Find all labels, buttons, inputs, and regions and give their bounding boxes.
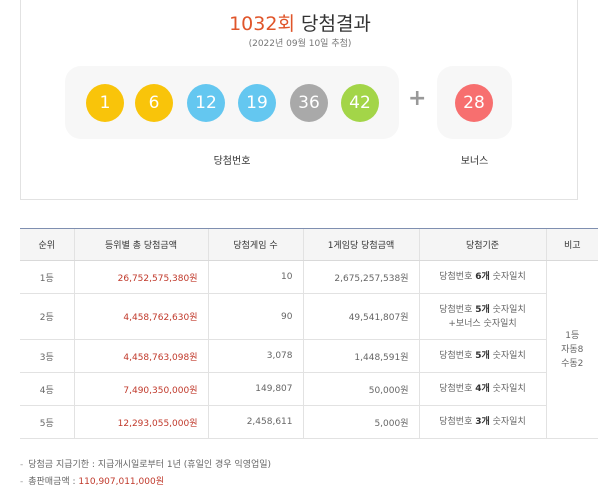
criteria-count: 5개 [475, 351, 490, 361]
table-row: 4등 7,490,350,000원 149,807 50,000원 당첨번호 4… [20, 372, 598, 406]
winner-count-cell: 90 [207, 293, 303, 340]
col-header-winner-count: 당첨게임 수 [207, 228, 303, 261]
note-line: 1등 [565, 330, 580, 341]
winning-numbers-panel: 1 6 12 19 36 42 [65, 66, 399, 139]
criteria-cell: 당첨번호 6개 숫자일치 [418, 260, 546, 294]
total-prize-cell: 4,458,762,630원 [73, 293, 208, 340]
criteria-text: 숫자일치 [489, 417, 526, 427]
criteria-text: 당첨번호 [439, 272, 476, 282]
winner-count-cell: 3,078 [207, 339, 303, 373]
winning-numbers-label: 당첨번호 [213, 156, 251, 167]
round-number: 1032회 [229, 13, 295, 35]
total-prize-cell: 4,458,763,098원 [73, 339, 208, 373]
total-sales-amount: 110,907,011,000원 [78, 477, 164, 487]
plus-icon: + [408, 86, 427, 111]
prize-table: 순위 등위별 총 당첨금액 당첨게임 수 1게임당 당첨금액 당첨기준 비고 1… [20, 228, 598, 439]
number-ball: 1 [86, 84, 124, 122]
bonus-number-panel: 28 [437, 66, 512, 139]
rank-cell: 3등 [20, 339, 74, 373]
per-game-prize-cell: 5,000원 [302, 405, 419, 439]
criteria-text: 숫자일치 [489, 384, 526, 394]
criteria-text: 숫자일치 [489, 304, 526, 315]
winner-count-cell: 10 [207, 260, 303, 294]
criteria-cell: 당첨번호 5개 숫자일치 +보너스 숫자일치 [418, 293, 546, 340]
number-ball: 42 [341, 84, 379, 122]
criteria-cell: 당첨번호 5개 숫자일치 [418, 339, 546, 373]
note-cell: 1등 자동8 수동2 [545, 260, 598, 439]
criteria-count: 3개 [475, 417, 490, 427]
number-ball: 6 [135, 84, 173, 122]
col-header-per-game-prize: 1게임당 당첨금액 [302, 228, 419, 261]
table-row: 2등 4,458,762,630원 90 49,541,807원 당첨번호 5개… [20, 293, 598, 340]
criteria-bonus-text: +보너스 숫자일치 [448, 318, 517, 329]
note-line: 수동2 [561, 358, 584, 369]
payment-deadline-text: 당첨금 지급기한 : 지급개시일로부터 1년 (휴일인 경우 익영업일) [28, 460, 272, 470]
criteria-count: 5개 [475, 304, 490, 315]
total-sales-label: 총판매금액 : [28, 477, 79, 487]
table-row: 3등 4,458,763,098원 3,078 1,448,591원 당첨번호 … [20, 339, 598, 373]
bullet-dash: - [20, 460, 24, 470]
rank-cell: 4등 [20, 372, 74, 406]
winner-count-cell: 149,807 [207, 372, 303, 406]
table-header-row: 순위 등위별 총 당첨금액 당첨게임 수 1게임당 당첨금액 당첨기준 비고 [20, 228, 598, 261]
criteria-cell: 당첨번호 3개 숫자일치 [418, 405, 546, 439]
total-sales-note: - 총판매금액 : 110,907,011,000원 [20, 474, 164, 487]
col-header-note: 비고 [545, 228, 598, 261]
per-game-prize-cell: 1,448,591원 [302, 339, 419, 373]
per-game-prize-cell: 2,675,257,538원 [302, 260, 419, 294]
criteria-text: 당첨번호 [439, 351, 476, 361]
payment-deadline-note: - 당첨금 지급기한 : 지급개시일로부터 1년 (휴일인 경우 익영업일) [20, 457, 271, 470]
total-prize-cell: 26,752,575,380원 [73, 260, 208, 294]
per-game-prize-cell: 49,541,807원 [302, 293, 419, 340]
criteria-text: 당첨번호 [439, 417, 476, 427]
draw-date: (2022년 09월 10일 추첨) [248, 39, 352, 49]
table-row: 5등 12,293,055,000원 2,458,611 5,000원 당첨번호… [20, 405, 598, 439]
criteria-count: 6개 [475, 272, 490, 282]
rank-cell: 1등 [20, 260, 74, 294]
criteria-count: 4개 [475, 384, 490, 394]
criteria-text: 숫자일치 [489, 272, 526, 282]
criteria-cell: 당첨번호 4개 숫자일치 [418, 372, 546, 406]
total-prize-cell: 12,293,055,000원 [73, 405, 208, 439]
number-ball: 12 [187, 84, 225, 122]
col-header-total-prize: 등위별 총 당첨금액 [73, 228, 208, 261]
per-game-prize-cell: 50,000원 [302, 372, 419, 406]
number-ball: 19 [238, 84, 276, 122]
number-ball: 36 [290, 84, 328, 122]
col-header-criteria: 당첨기준 [418, 228, 546, 261]
criteria-text: 당첨번호 [439, 384, 476, 394]
criteria-text: 당첨번호 [439, 304, 476, 315]
bullet-dash: - [20, 477, 24, 487]
col-header-rank: 순위 [20, 228, 74, 261]
title-suffix: 당첨결과 [300, 13, 371, 35]
bonus-ball: 28 [455, 84, 493, 122]
criteria-text: 숫자일치 [489, 351, 526, 361]
bonus-label: 보너스 [460, 156, 489, 167]
rank-cell: 5등 [20, 405, 74, 439]
rank-cell: 2등 [20, 293, 74, 340]
table-row: 1등 26,752,575,380원 10 2,675,257,538원 당첨번… [20, 260, 598, 439]
note-line: 자동8 [561, 344, 584, 355]
page-title: 1032회 당첨결과 [0, 9, 600, 36]
winner-count-cell: 2,458,611 [207, 405, 303, 439]
total-prize-cell: 7,490,350,000원 [73, 372, 208, 406]
